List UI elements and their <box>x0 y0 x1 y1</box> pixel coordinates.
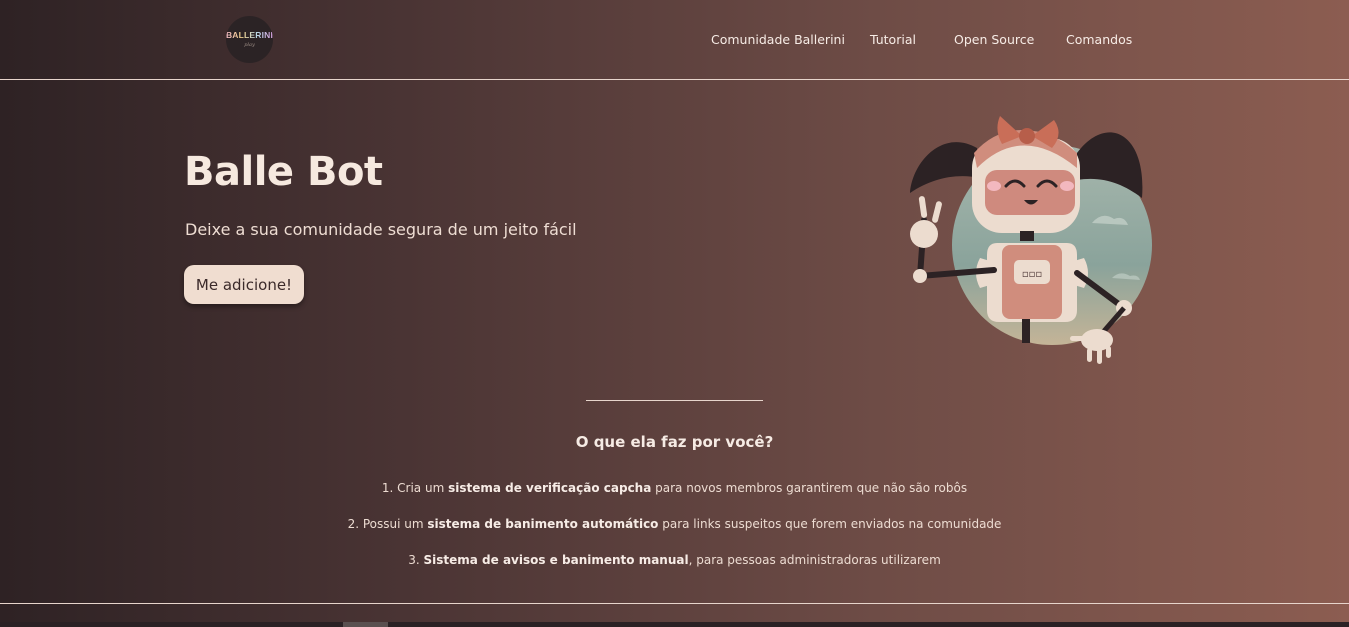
hero-subtitle: Deixe a sua comunidade segura de um jeit… <box>185 220 577 239</box>
feature-item: 2. Possui um sistema de banimento automá… <box>0 517 1349 531</box>
footer-tab[interactable] <box>343 622 388 627</box>
nav-link-open-source[interactable]: Open Source <box>954 32 1034 47</box>
feature-2-highlight: sistema de banimento automático <box>427 517 659 531</box>
robot-mascot-illustration: ▫▫▫ <box>910 116 1152 364</box>
nav-link-tutorial[interactable]: Tutorial <box>870 32 916 47</box>
feature-1-suffix: para novos membros garantirem que não sã… <box>651 481 968 495</box>
navbar: BALLERINI play Comunidade Ballerini Tuto… <box>0 0 1349 80</box>
feature-2-prefix: 2. Possui um <box>347 517 428 531</box>
nav-links: Comunidade Ballerini Tutorial Open Sourc… <box>0 32 1349 48</box>
feature-3-prefix: 3. <box>408 553 424 567</box>
feature-item: 3. Sistema de avisos e banimento manual,… <box>0 553 1349 567</box>
feature-1-highlight: sistema de verificação capcha <box>448 481 652 495</box>
feature-2-suffix: para links suspeitos que forem enviados … <box>658 517 1002 531</box>
feature-3-highlight: Sistema de avisos e banimento manual <box>423 553 689 567</box>
footer-strip <box>0 622 1349 627</box>
robot-chest-display: ▫▫▫ <box>1022 269 1042 280</box>
feature-item: 1. Cria um sistema de verificação capcha… <box>0 481 1349 495</box>
features-title: O que ela faz por você? <box>575 433 774 451</box>
nav-link-comandos[interactable]: Comandos <box>1066 32 1132 47</box>
add-bot-button[interactable]: Me adicione! <box>184 265 304 304</box>
footer-divider <box>0 603 1349 604</box>
feature-3-suffix: , para pessoas administradoras utilizare… <box>688 553 941 567</box>
feature-1-prefix: 1. Cria um <box>381 481 449 495</box>
nav-link-comunidade[interactable]: Comunidade Ballerini <box>711 32 845 47</box>
hero-title: Balle Bot <box>184 149 383 195</box>
section-divider <box>586 400 763 401</box>
